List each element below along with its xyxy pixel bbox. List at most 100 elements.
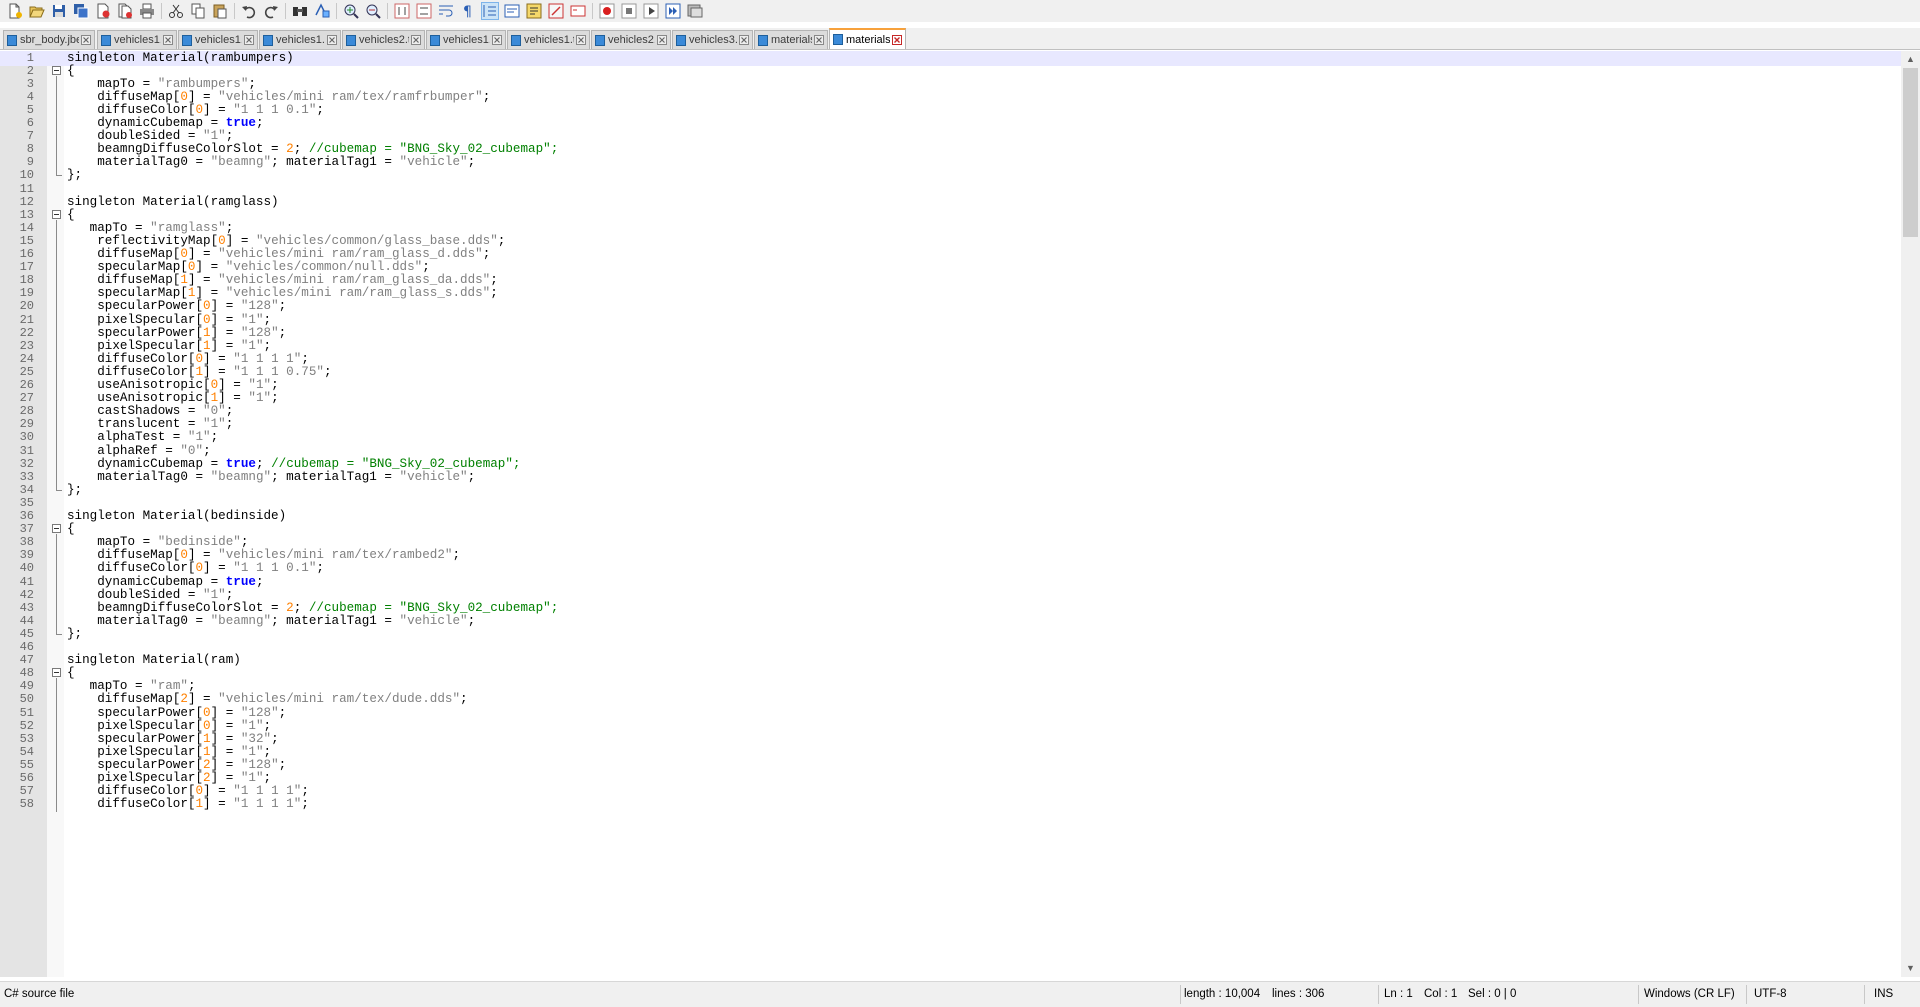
- zoom-in-button[interactable]: [342, 2, 360, 20]
- fold-line: [56, 167, 57, 176]
- tab-vehicles2-sb[interactable]: vehicles2.sb: [591, 30, 671, 49]
- show-all-characters-icon: ¶: [463, 4, 472, 19]
- macro-stop-button[interactable]: [620, 2, 638, 20]
- file-save-icon: [833, 34, 843, 45]
- close-tab-icon[interactable]: [244, 35, 254, 45]
- macro-save-button[interactable]: [686, 2, 704, 20]
- copy-button[interactable]: [189, 2, 207, 20]
- macro-record-icon: [599, 3, 615, 19]
- close-tab-icon[interactable]: [327, 35, 337, 45]
- language-button[interactable]: [503, 2, 521, 20]
- save-all-icon: [74, 4, 89, 19]
- new-file-button[interactable]: [6, 2, 24, 20]
- file-save-icon: [101, 34, 111, 46]
- status-mode[interactable]: INS: [1874, 982, 1893, 1007]
- code-line[interactable]: 58 diffuseColor[1] = "1 1 1 1";: [0, 796, 1901, 813]
- fold-toggle-icon[interactable]: [52, 524, 61, 534]
- replace-icon: [315, 3, 330, 18]
- cut-button[interactable]: [167, 2, 185, 20]
- show-all-characters-button[interactable]: ¶: [459, 2, 477, 20]
- toolbar-separator: [161, 3, 162, 19]
- monitoring-button[interactable]: [569, 2, 587, 20]
- close-all-button[interactable]: [116, 2, 134, 20]
- macro-play-button[interactable]: [642, 2, 660, 20]
- close-tab-icon[interactable]: [81, 35, 91, 45]
- macro-play-icon: [643, 3, 659, 19]
- new-file-icon: [9, 3, 22, 19]
- tab-vehicles1-sb[interactable]: vehicles1.sb: [97, 30, 177, 49]
- indent-guide-button[interactable]: [481, 2, 499, 20]
- indent-guide-icon: [483, 5, 496, 17]
- tab-materials-cs[interactable]: materials.cs: [829, 28, 906, 49]
- macro-record-button[interactable]: [598, 2, 616, 20]
- sync-vertical-button[interactable]: [393, 2, 411, 20]
- file-save-icon: [346, 34, 356, 46]
- tab-label: vehicles1.toc: [276, 34, 325, 46]
- zoom-out-button[interactable]: [364, 2, 382, 20]
- status-bar: C# source file length : 10,004 lines : 3…: [0, 981, 1920, 1007]
- file-save-icon: [595, 34, 605, 46]
- open-file-button[interactable]: [28, 2, 46, 20]
- function-list-button[interactable]: [525, 2, 543, 20]
- file-save-icon: [511, 34, 521, 46]
- tab-vehicles3-sb[interactable]: vehicles3.sb: [672, 30, 753, 49]
- tab-vehicles1-sb[interactable]: vehicles1.sb: [178, 30, 258, 49]
- undo-button[interactable]: [240, 2, 258, 20]
- close-tab-icon[interactable]: [163, 35, 173, 45]
- status-lines: lines : 306: [1272, 988, 1325, 1000]
- close-tab-icon[interactable]: [411, 35, 421, 45]
- close-tab-icon[interactable]: [814, 35, 824, 45]
- scroll-up-icon[interactable]: ▲: [1901, 51, 1920, 68]
- print-button[interactable]: [138, 2, 156, 20]
- fold-toggle-icon[interactable]: [52, 209, 61, 219]
- replace-button[interactable]: [313, 2, 331, 20]
- line-number: 58: [19, 797, 34, 812]
- toolbar-separator: [234, 3, 235, 19]
- toolbar-separator: [336, 3, 337, 19]
- fold-line: [56, 481, 57, 490]
- macro-run-multiple-button[interactable]: [664, 2, 682, 20]
- tab-materials-cs[interactable]: materials.cs: [754, 30, 828, 49]
- save-all-button[interactable]: [72, 2, 90, 20]
- toolbar-separator: [387, 3, 388, 19]
- status-divider: [1746, 985, 1747, 1004]
- tab-label: vehicles1.sb: [195, 34, 242, 46]
- code-token: ;: [301, 797, 309, 812]
- close-tab-icon[interactable]: [892, 34, 902, 45]
- close-tab-icon[interactable]: [492, 35, 502, 45]
- folder-workspace-icon: [548, 3, 564, 19]
- redo-button[interactable]: [262, 2, 280, 20]
- fold-toggle-icon[interactable]: [52, 668, 61, 678]
- close-button[interactable]: [94, 2, 112, 20]
- tab-sbr-body-jbeam[interactable]: sbr_body.jbeam: [3, 30, 95, 49]
- sync-vertical-icon: [394, 3, 410, 19]
- tab-vehicles1-sb[interactable]: vehicles1.sb: [426, 30, 506, 49]
- fold-toggle-icon[interactable]: [52, 65, 61, 75]
- code-text: diffuseColor[1] = "1 1 1 1";: [67, 796, 309, 812]
- paste-button[interactable]: [211, 2, 229, 20]
- status-encoding[interactable]: UTF-8: [1754, 982, 1787, 1007]
- tab-label: vehicles1.toc: [524, 34, 574, 46]
- tab-label: vehicles3.sb: [689, 34, 737, 46]
- find-button[interactable]: [291, 2, 309, 20]
- scroll-down-icon[interactable]: ▼: [1901, 960, 1920, 977]
- sync-horizontal-button[interactable]: [415, 2, 433, 20]
- word-wrap-button[interactable]: [437, 2, 455, 20]
- folder-workspace-button[interactable]: [547, 2, 565, 20]
- status-divider: [1864, 985, 1865, 1004]
- tab-vehicles2-toc[interactable]: vehicles2.toc: [342, 30, 425, 49]
- close-tab-icon[interactable]: [739, 35, 749, 45]
- tab-vehicles1-toc[interactable]: vehicles1.toc: [507, 30, 590, 49]
- toolbar-separator: [285, 3, 286, 19]
- status-eol[interactable]: Windows (CR LF): [1644, 982, 1735, 1007]
- status-file-type: C# source file: [4, 988, 75, 1000]
- save-button[interactable]: [50, 2, 68, 20]
- tab-vehicles1-toc[interactable]: vehicles1.toc: [259, 30, 341, 49]
- word-wrap-icon: [439, 5, 453, 17]
- close-tab-icon[interactable]: [657, 35, 667, 45]
- vertical-scrollbar[interactable]: ▲ ▼: [1901, 51, 1920, 977]
- close-tab-icon[interactable]: [576, 35, 586, 45]
- code-editor[interactable]: 1 singleton Material(rambumpers) 2{3 mapTo…: [0, 51, 1901, 977]
- scrollbar-thumb[interactable]: [1903, 68, 1918, 237]
- status-ln: Ln : 1: [1384, 988, 1413, 1000]
